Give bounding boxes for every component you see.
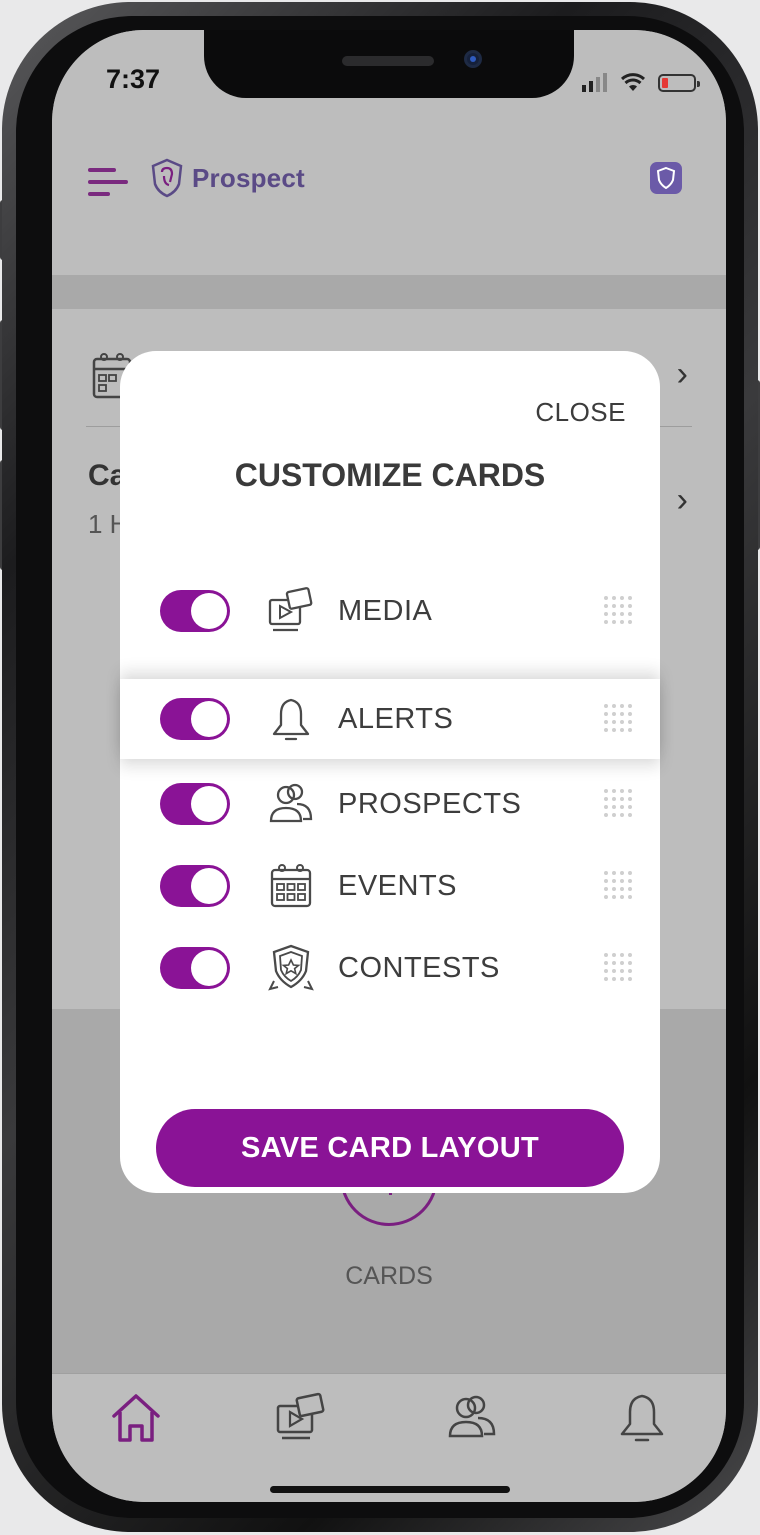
- status-bar: 7:37: [52, 30, 726, 120]
- media-toggle[interactable]: [160, 590, 230, 632]
- toggle-knob: [191, 950, 227, 986]
- brand-name: Prospect: [192, 162, 305, 193]
- close-button[interactable]: CLOSE: [535, 397, 626, 428]
- home-indicator: [270, 1486, 510, 1493]
- card-label-contests: CONTESTS: [338, 951, 500, 984]
- media-icon[interactable]: [274, 1390, 330, 1446]
- toggle-knob: [191, 701, 227, 737]
- media-icon: [268, 587, 313, 632]
- card-row-contests[interactable]: CONTESTS: [120, 928, 660, 1008]
- alerts-toggle[interactable]: [160, 698, 230, 740]
- save-card-layout-button[interactable]: SAVE CARD LAYOUT: [156, 1109, 624, 1187]
- chevron-right-icon: ›: [676, 355, 688, 393]
- events-toggle[interactable]: [160, 865, 230, 907]
- bell-icon[interactable]: [614, 1390, 670, 1446]
- notch: [204, 30, 574, 98]
- calendar-icon: [270, 864, 312, 908]
- card-label-alerts: ALERTS: [338, 702, 454, 735]
- screen: 7:37 Prospect › Ca 1 H › CARDS CLOSE CUS…: [52, 30, 726, 1502]
- toggle-knob: [191, 786, 227, 822]
- hamburger-icon[interactable]: [88, 164, 128, 200]
- toggle-knob: [191, 593, 227, 629]
- bell-icon: [272, 698, 310, 741]
- drag-handle-icon[interactable]: [604, 704, 634, 734]
- card-label-media: MEDIA: [338, 594, 433, 627]
- card-row-alerts[interactable]: ALERTS: [120, 679, 660, 759]
- card-row-events[interactable]: EVENTS: [120, 846, 660, 926]
- app-header: Prospect: [52, 120, 726, 275]
- people-icon[interactable]: [444, 1390, 500, 1446]
- card-row-prospects[interactable]: PROSPECTS: [120, 764, 660, 844]
- brand-logo: Prospect: [150, 156, 305, 200]
- drag-handle-icon[interactable]: [604, 596, 634, 626]
- status-time: 7:37: [106, 64, 161, 94]
- customize-cards-modal: CLOSE CUSTOMIZE CARDS MEDIA ALERTS PROSP…: [120, 351, 660, 1193]
- toggle-knob: [191, 868, 227, 904]
- front-camera: [464, 50, 482, 68]
- modal-title: CUSTOMIZE CARDS: [234, 457, 546, 493]
- contests-toggle[interactable]: [160, 947, 230, 989]
- cellular-signal-icon: [582, 73, 607, 92]
- wifi-icon: [620, 73, 646, 91]
- card-label-prospects: PROSPECTS: [338, 787, 522, 820]
- bottom-nav: [52, 1373, 726, 1502]
- device-frame: 7:37 Prospect › Ca 1 H › CARDS CLOSE CUS…: [0, 0, 760, 1535]
- chevron-right-icon: ›: [676, 481, 688, 519]
- home-icon[interactable]: [108, 1390, 164, 1446]
- profile-badge[interactable]: [650, 162, 682, 194]
- section-divider: [52, 275, 726, 309]
- shield-logo-icon: [151, 158, 183, 198]
- drag-handle-icon[interactable]: [604, 953, 634, 983]
- cards-label: CARDS: [345, 1262, 433, 1290]
- prospects-toggle[interactable]: [160, 783, 230, 825]
- badge-icon: [268, 944, 314, 991]
- speaker-grille: [342, 56, 434, 66]
- card-label-events: EVENTS: [338, 869, 458, 902]
- drag-handle-icon[interactable]: [604, 871, 634, 901]
- card-row-media[interactable]: MEDIA: [120, 571, 660, 651]
- shield-logo-icon: [656, 167, 676, 189]
- battery-icon: [658, 74, 700, 92]
- drag-handle-icon[interactable]: [604, 789, 634, 819]
- people-icon: [269, 783, 313, 823]
